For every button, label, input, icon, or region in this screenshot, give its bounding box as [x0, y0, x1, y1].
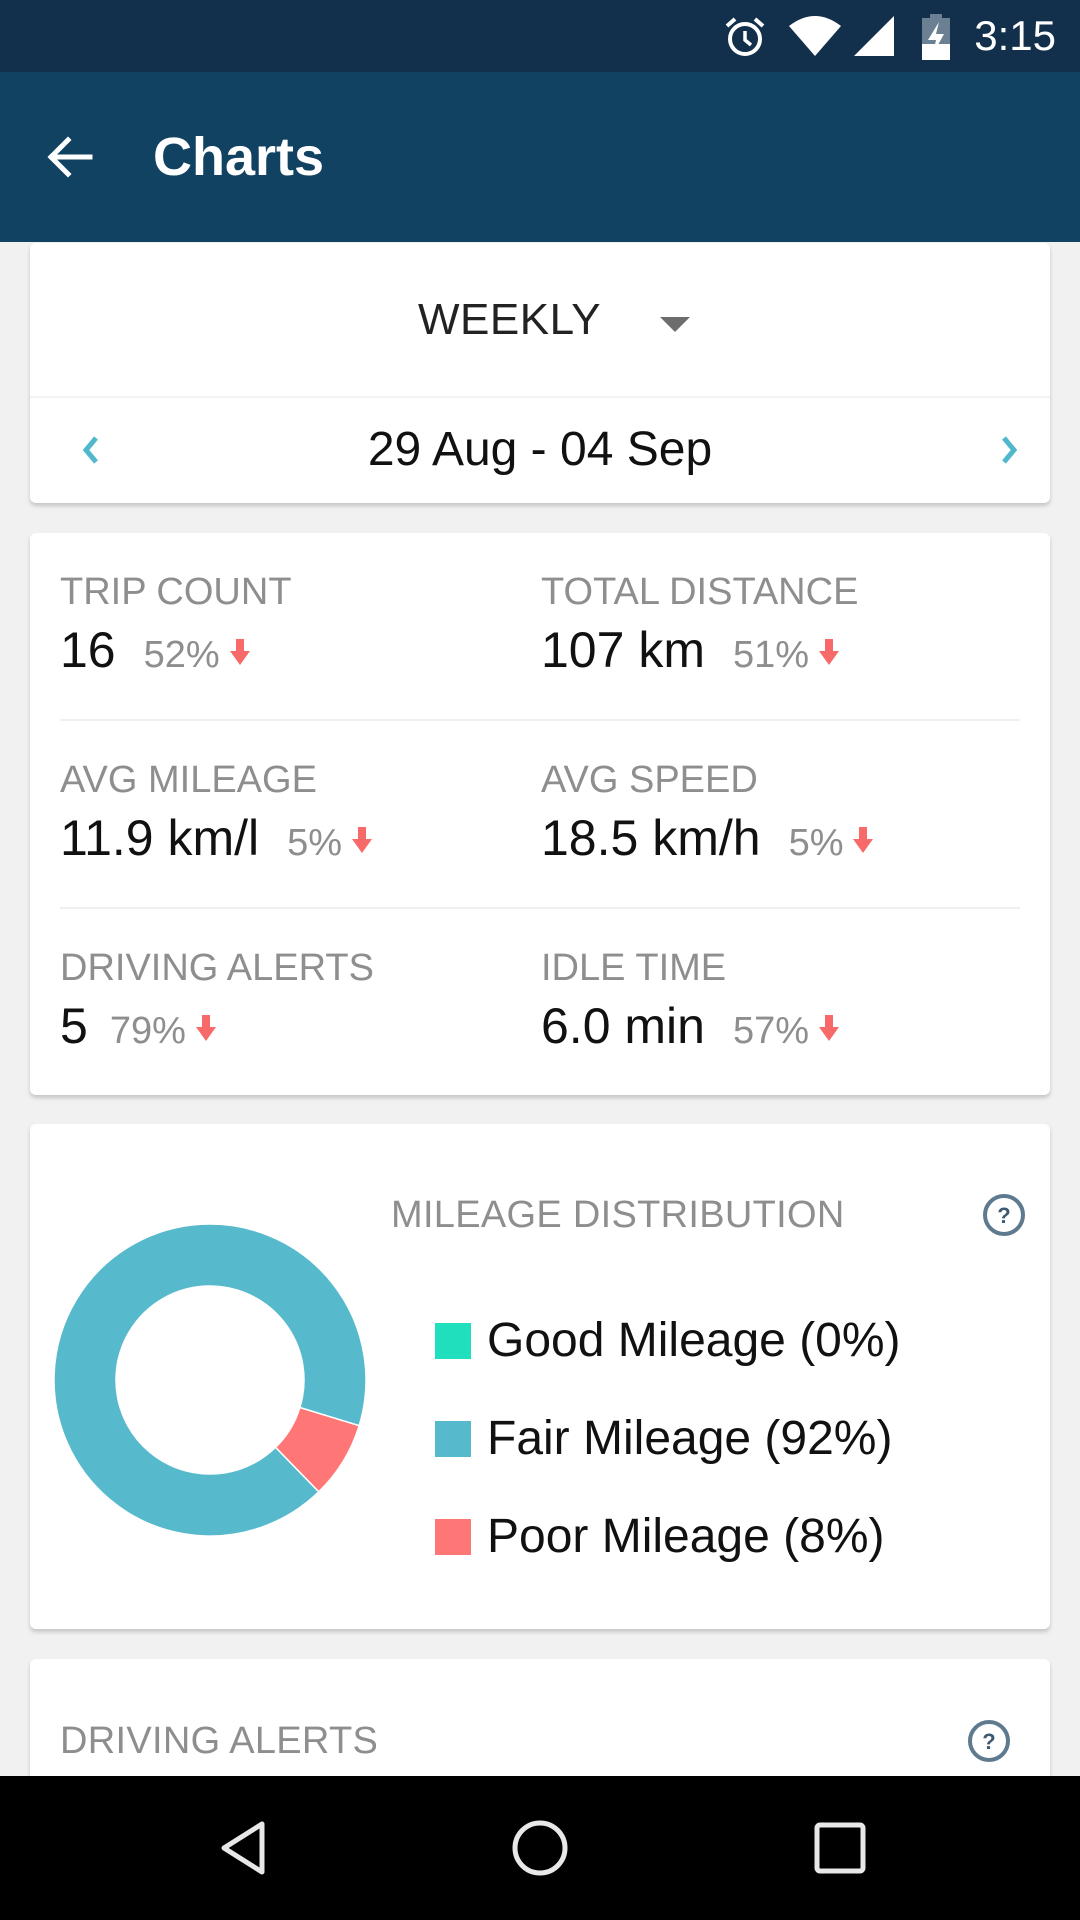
stat-value: 107 km: [541, 622, 705, 678]
stat-trip-count: TRIP COUNT 16 52%: [60, 570, 520, 691]
stat-change: 51%: [732, 634, 810, 676]
mileage-distribution-card: MILEAGE DISTRIBUTION ? Good Mileage (0%)…: [30, 1124, 1050, 1629]
divider: [60, 719, 1020, 721]
wifi-icon: [789, 16, 841, 56]
stat-value: 6.0 min: [541, 998, 705, 1054]
arrow-down-icon: [352, 827, 373, 853]
stat-driving-alerts: DRIVING ALERTS 5 79%: [60, 946, 520, 1067]
status-time: 3:15: [974, 12, 1056, 59]
arrow-down-icon: [819, 1015, 840, 1041]
system-nav-bar: [0, 1776, 1080, 1920]
help-circle-icon[interactable]: ?: [981, 1192, 1027, 1238]
stat-total-distance: TOTAL DISTANCE 107 km 51%: [541, 570, 1001, 691]
section-title: DRIVING ALERTS: [60, 1720, 379, 1762]
help-circle-icon[interactable]: ?: [966, 1718, 1012, 1764]
nav-back-icon[interactable]: [212, 1818, 272, 1878]
stat-value: 16: [60, 622, 116, 678]
app-bar: Charts: [0, 72, 1080, 242]
nav-recents-icon[interactable]: [810, 1818, 870, 1878]
arrow-left-icon[interactable]: [40, 127, 100, 187]
stat-label: DRIVING ALERTS: [60, 947, 374, 989]
period-dropdown[interactable]: WEEKLY: [30, 243, 1050, 396]
stat-label: TRIP COUNT: [60, 571, 292, 613]
caret-down-icon: [660, 317, 690, 332]
date-navigator: 29 Aug - 04 Sep: [30, 398, 1050, 503]
mileage-donut-chart: [53, 1223, 367, 1537]
date-range: 29 Aug - 04 Sep: [367, 423, 713, 476]
legend-label: Good Mileage (0%): [487, 1314, 901, 1367]
chevron-right-icon[interactable]: [970, 418, 1030, 482]
period-selected-value: WEEKLY: [418, 295, 602, 344]
page-title: Charts: [153, 127, 325, 187]
status-bar: 3:15: [0, 0, 1080, 72]
stat-avg-speed: AVG SPEED 18.5 km/h 5%: [541, 758, 1001, 879]
arrow-down-icon: [195, 1015, 216, 1041]
stat-change: 5%: [287, 822, 343, 864]
legend-label: Poor Mileage (8%): [487, 1510, 885, 1563]
battery-charging-icon: [922, 14, 950, 60]
period-card: WEEKLY 29 Aug - 04 Sep: [30, 243, 1050, 503]
nav-home-icon[interactable]: [510, 1818, 570, 1878]
legend-swatch-poor: [435, 1519, 471, 1555]
svg-text:?: ?: [982, 1729, 995, 1754]
stat-change: 79%: [109, 1010, 186, 1052]
stat-change: 52%: [143, 634, 220, 676]
alarm-icon: [725, 17, 765, 56]
section-title: MILEAGE DISTRIBUTION: [391, 1194, 845, 1236]
legend-swatch-good: [435, 1323, 471, 1359]
cell-signal-icon: [854, 16, 894, 56]
stat-avg-mileage: AVG MILEAGE 11.9 km/l 5%: [60, 758, 520, 879]
stat-value: 11.9 km/l: [60, 810, 260, 866]
arrow-down-icon: [819, 639, 840, 665]
legend-label: Fair Mileage (92%): [487, 1412, 893, 1465]
stat-value: 18.5 km/h: [541, 810, 761, 866]
stat-label: AVG MILEAGE: [60, 759, 317, 801]
stat-idle-time: IDLE TIME 6.0 min 57%: [541, 946, 1001, 1067]
stat-change: 57%: [732, 1010, 810, 1052]
stat-label: AVG SPEED: [541, 759, 758, 801]
stat-label: IDLE TIME: [541, 947, 727, 989]
stat-label: TOTAL DISTANCE: [541, 571, 859, 613]
arrow-down-icon: [853, 827, 874, 853]
legend-swatch-fair: [435, 1421, 471, 1457]
stat-value: 5: [60, 998, 88, 1054]
arrow-down-icon: [229, 639, 250, 665]
stats-card: TRIP COUNT 16 52% TOTAL DISTANCE 107 km 51…: [30, 533, 1050, 1095]
stat-change: 5%: [788, 822, 844, 864]
divider: [60, 907, 1020, 909]
svg-text:?: ?: [997, 1203, 1010, 1228]
